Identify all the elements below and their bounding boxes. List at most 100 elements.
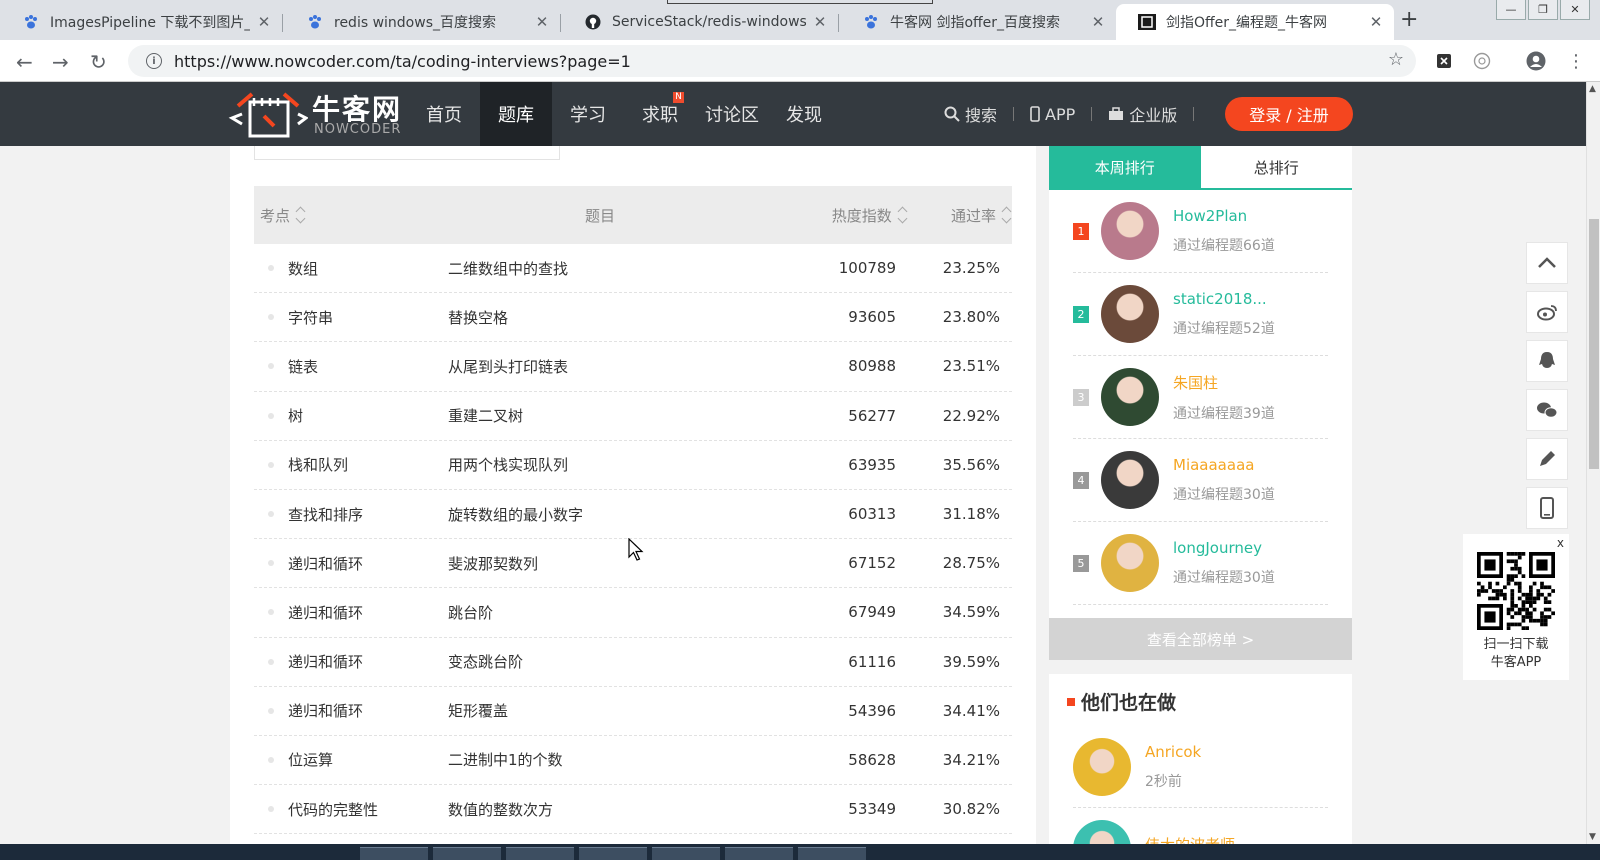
problem-title-link[interactable]: 替换空格 [448, 307, 796, 328]
user-name[interactable]: static2018... [1173, 290, 1275, 308]
search-link[interactable]: 搜索 [944, 102, 997, 126]
nav-home[interactable]: 首页 [408, 82, 480, 146]
close-window-icon[interactable]: ✕ [1560, 0, 1590, 20]
extension-icon[interactable] [1434, 51, 1454, 71]
problem-title-link[interactable]: 二进制中1的个数 [448, 749, 796, 770]
back-icon[interactable]: ← [16, 50, 33, 74]
list-item[interactable]: Anricok 2秒前 [1073, 726, 1328, 808]
scroll-down-icon[interactable]: ▼ [1589, 832, 1596, 842]
nav-question-bank[interactable]: 题库 [480, 82, 552, 146]
forward-icon[interactable]: → [52, 50, 69, 74]
browser-tab[interactable]: ImagesPipeline 下载不到图片_ ✕ [0, 4, 282, 40]
browser-tab-active[interactable]: 剑指Offer_编程题_牛客网 ✕ [1116, 4, 1394, 40]
user-name[interactable]: Anricok [1145, 743, 1201, 761]
browser-tab[interactable]: redis windows_百度搜索 ✕ [284, 4, 560, 40]
feedback-button[interactable] [1526, 438, 1568, 480]
taskbar-item[interactable] [579, 847, 647, 860]
bookmark-star-icon[interactable]: ☆ [1388, 49, 1404, 70]
close-tab-icon[interactable]: ✕ [812, 13, 828, 31]
problem-title-link[interactable]: 二维数组中的查找 [448, 258, 796, 279]
rank-item[interactable]: 5 longJourney 通过编程题30道 [1073, 522, 1328, 605]
table-row[interactable]: 链表 从尾到头打印链表 80988 23.51% [254, 342, 1012, 392]
close-icon[interactable]: x [1557, 536, 1564, 550]
wechat-share-button[interactable] [1526, 389, 1568, 431]
problem-title-link[interactable]: 用两个栈实现队列 [448, 454, 796, 475]
taskbar-item[interactable] [506, 847, 574, 860]
table-row[interactable]: 递归和循环 跳台阶 67949 34.59% [254, 588, 1012, 638]
new-tab-button[interactable]: + [1400, 7, 1418, 32]
scroll-up-icon[interactable]: ▲ [1589, 84, 1596, 94]
nav-learn[interactable]: 学习 [552, 82, 624, 146]
taskbar-item[interactable] [798, 847, 866, 860]
avatar[interactable] [1101, 202, 1159, 260]
rank-item[interactable]: 1 How2Plan 通过编程题66道 [1073, 190, 1328, 273]
mobile-app-button[interactable] [1526, 487, 1568, 529]
nav-discuss[interactable]: 讨论区 [696, 82, 768, 146]
avatar[interactable] [1101, 451, 1159, 509]
menu-icon[interactable]: ⋮ [1566, 51, 1586, 72]
user-name[interactable]: Miaaaaaaa [1173, 456, 1275, 474]
table-row[interactable]: 查找和排序 旋转数组的最小数字 60313 31.18% [254, 490, 1012, 540]
back-to-top-button[interactable] [1526, 242, 1568, 284]
table-row[interactable]: 树 重建二叉树 56277 22.92% [254, 392, 1012, 441]
browser-tab[interactable]: ServiceStack/redis-windows: ✕ [562, 4, 838, 40]
nav-discover[interactable]: 发现 [768, 82, 840, 146]
table-row[interactable]: 位运算 二进制中1的个数 58628 34.21% [254, 736, 1012, 786]
browser-tab[interactable]: 牛客网 剑指offer_百度搜索 ✕ [840, 4, 1116, 40]
minimize-icon[interactable]: — [1496, 0, 1526, 20]
header-rate[interactable]: 通过率 [908, 205, 1012, 226]
problem-title-link[interactable]: 跳台阶 [448, 602, 796, 623]
view-all-rank-button[interactable]: 查看全部榜单 > [1049, 618, 1352, 660]
tab-weekly-rank[interactable]: 本周排行 [1049, 146, 1201, 190]
problem-title-link[interactable]: 重建二叉树 [448, 405, 796, 426]
rank-item[interactable]: 2 static2018... 通过编程题52道 [1073, 273, 1328, 356]
rank-item[interactable]: 4 Miaaaaaaa 通过编程题30道 [1073, 439, 1328, 522]
user-name[interactable]: longJourney [1173, 539, 1275, 557]
taskbar-item[interactable] [433, 847, 501, 860]
close-tab-icon[interactable]: ✕ [256, 13, 272, 31]
qq-share-button[interactable] [1526, 340, 1568, 382]
close-tab-icon[interactable]: ✕ [534, 13, 550, 31]
avatar[interactable] [1073, 737, 1131, 796]
problem-title-link[interactable]: 矩形覆盖 [448, 700, 796, 721]
user-name[interactable]: 伟大的波老师 [1145, 834, 1235, 845]
problem-title-link[interactable]: 旋转数组的最小数字 [448, 504, 796, 525]
weibo-share-button[interactable] [1526, 291, 1568, 333]
avatar[interactable] [1101, 534, 1159, 592]
problem-title-link[interactable]: 斐波那契数列 [448, 553, 796, 574]
close-tab-icon[interactable]: ✕ [1368, 13, 1384, 31]
table-row[interactable]: 字符串 替换空格 93605 23.80% [254, 293, 1012, 343]
list-item[interactable]: 伟大的波老师 [1073, 808, 1328, 844]
table-row[interactable]: 递归和循环 矩形覆盖 54396 34.41% [254, 687, 1012, 736]
user-name[interactable]: 朱国柱 [1173, 372, 1275, 393]
site-info-icon[interactable]: i [146, 53, 162, 69]
extension-icon[interactable] [1472, 51, 1492, 71]
url-field[interactable]: i https://www.nowcoder.com/ta/coding-int… [128, 45, 1416, 77]
problem-title-link[interactable]: 从尾到头打印链表 [448, 356, 796, 377]
problem-title-link[interactable]: 数值的整数次方 [448, 799, 796, 820]
taskbar-item[interactable] [652, 847, 720, 860]
avatar[interactable] [1101, 285, 1159, 343]
table-row[interactable]: 栈和队列 用两个栈实现队列 63935 35.56% [254, 441, 1012, 490]
scrollbar-thumb[interactable] [1589, 219, 1599, 469]
header-heat[interactable]: 热度指数 [790, 205, 908, 226]
header-point[interactable]: 考点 [254, 205, 445, 226]
rank-item[interactable]: 3 朱国柱 通过编程题39道 [1073, 356, 1328, 439]
profile-icon[interactable] [1526, 51, 1546, 71]
table-row[interactable]: 递归和循环 变态跳台阶 61116 39.59% [254, 638, 1012, 687]
nav-jobs[interactable]: 求职 N [624, 82, 696, 146]
avatar[interactable] [1101, 368, 1159, 426]
table-row[interactable]: 数组 二维数组中的查找 100789 23.25% [254, 244, 1012, 294]
page-scrollbar[interactable]: ▲ ▼ [1586, 82, 1600, 844]
taskbar-item[interactable] [360, 847, 428, 860]
app-link[interactable]: APP [1030, 105, 1075, 124]
reload-icon[interactable]: ↻ [90, 50, 107, 74]
taskbar-item[interactable] [725, 847, 793, 860]
tab-total-rank[interactable]: 总排行 [1200, 146, 1352, 190]
login-register-button[interactable]: 登录 / 注册 [1225, 97, 1353, 131]
user-name[interactable]: How2Plan [1173, 207, 1275, 225]
table-row[interactable]: 代码的完整性 数值的整数次方 53349 30.82% [254, 785, 1012, 835]
close-tab-icon[interactable]: ✕ [1090, 13, 1106, 31]
restore-icon[interactable]: ❐ [1528, 0, 1558, 20]
avatar[interactable] [1073, 820, 1131, 844]
